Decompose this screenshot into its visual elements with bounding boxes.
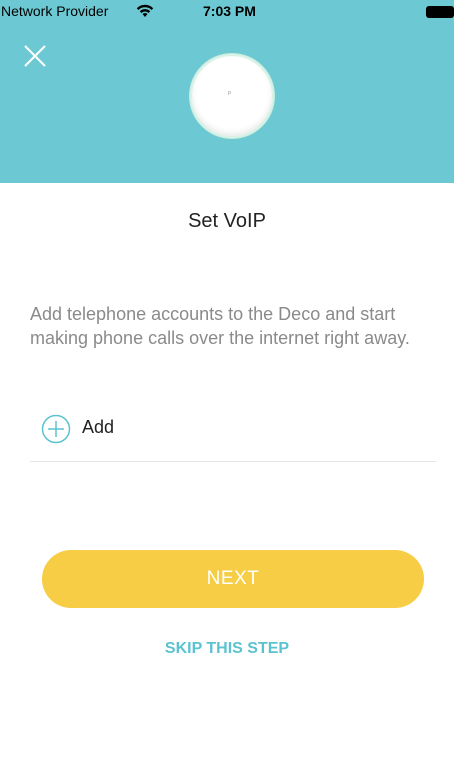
next-button[interactable]: NEXT xyxy=(42,550,424,608)
clock: 7:03 PM xyxy=(203,3,256,19)
close-icon[interactable] xyxy=(22,43,48,69)
page-title: Set VoIP xyxy=(188,210,266,232)
tp-link-logo-icon: ᵖ xyxy=(228,89,232,98)
add-label: Add xyxy=(82,417,115,437)
deco-device-image: ᵖ xyxy=(192,56,272,136)
header: Network Provider 7:03 PM ᵖ xyxy=(0,0,454,183)
plus-circle-icon xyxy=(41,414,71,444)
description-text: Add telephone accounts to the Deco and s… xyxy=(30,304,410,348)
add-account-row[interactable]: Add xyxy=(30,410,436,462)
battery-icon xyxy=(426,6,454,18)
wifi-icon xyxy=(136,4,154,17)
carrier-name: Network Provider xyxy=(1,3,109,19)
status-bar: Network Provider 7:03 PM xyxy=(0,0,454,24)
skip-step-link[interactable]: SKIP THIS STEP xyxy=(0,640,454,658)
